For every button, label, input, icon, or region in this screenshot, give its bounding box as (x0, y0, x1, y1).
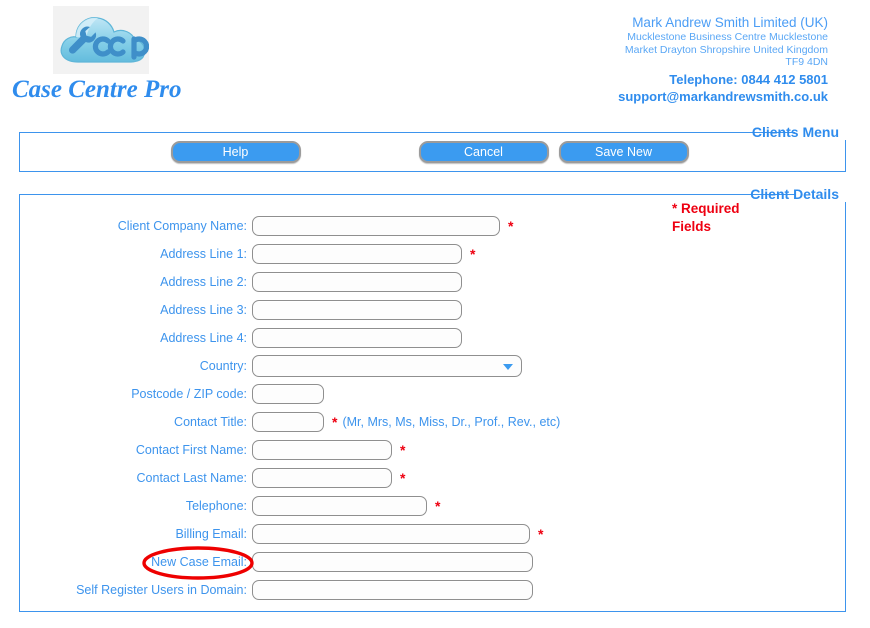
clients-menu-toolbar: Help Cancel Save New (20, 136, 845, 167)
label-address-line-2: Address Line 2: (160, 275, 247, 289)
input-telephone[interactable] (252, 496, 427, 516)
brand-title: Case Centre Pro (12, 76, 182, 103)
label-telephone: Telephone: (185, 499, 247, 513)
contact-title-hint: (Mr, Mrs, Ms, Miss, Dr., Prof., Rev., et… (342, 415, 561, 429)
country-select-wrapper (252, 355, 522, 377)
input-postcode[interactable] (252, 384, 324, 404)
clients-menu-panel: Clients Menu Help Cancel Save New (19, 124, 846, 172)
page-header: Case Centre Pro Mark Andrew Smith Limite… (0, 0, 870, 110)
label-new-case-email: New Case Email: (151, 555, 247, 569)
company-postcode: TF9 4DN (785, 56, 828, 68)
required-marker-client-company-name: * (508, 218, 514, 234)
required-marker-contact-last-name: * (400, 470, 406, 486)
label-client-company-name: Client Company Name: (117, 219, 247, 233)
input-address-line-2[interactable] (252, 272, 462, 292)
label-contact-first-name: Contact First Name: (135, 443, 247, 457)
required-marker-telephone: * (435, 498, 441, 514)
input-client-company-name[interactable] (252, 216, 500, 236)
label-postcode: Postcode / ZIP code: (131, 387, 247, 401)
field-row-telephone: Telephone: * (20, 492, 845, 520)
field-row-address-line-4: Address Line 4: (20, 324, 845, 352)
field-row-contact-last-name: Contact Last Name: * (20, 464, 845, 492)
company-name: Mark Andrew Smith Limited (UK) (632, 15, 828, 30)
ccp-cloud-logo-icon (53, 6, 149, 74)
input-new-case-email[interactable] (252, 552, 533, 572)
label-address-line-3: Address Line 3: (160, 303, 247, 317)
clients-menu-legend: Clients Menu (751, 124, 839, 140)
input-contact-title[interactable] (252, 412, 324, 432)
field-row-new-case-email: New Case Email: (20, 548, 845, 576)
company-address-line-1: Mucklestone Business Centre Mucklestone (627, 31, 828, 43)
label-contact-title: Contact Title: (174, 415, 247, 429)
required-marker-billing-email: * (538, 526, 544, 542)
field-row-contact-first-name: Contact First Name: * (20, 436, 845, 464)
field-row-postcode: Postcode / ZIP code: (20, 380, 845, 408)
required-marker-address-line-1: * (470, 246, 476, 262)
label-self-register-domain: Self Register Users in Domain: (76, 583, 247, 597)
company-phone: Telephone: 0844 412 5801 (669, 71, 828, 87)
field-row-self-register-domain: Self Register Users in Domain: (20, 576, 845, 604)
field-row-country: Country: (20, 352, 845, 380)
required-marker-contact-title: * (332, 414, 338, 430)
select-country[interactable] (252, 355, 522, 377)
field-row-address-line-3: Address Line 3: (20, 296, 845, 324)
input-billing-email[interactable] (252, 524, 530, 544)
client-details-panel: Client Details Client Company Name: * Ad… (19, 186, 846, 612)
input-contact-first-name[interactable] (252, 440, 392, 460)
field-row-contact-title: Contact Title: * (Mr, Mrs, Ms, Miss, Dr.… (20, 408, 845, 436)
input-contact-last-name[interactable] (252, 468, 392, 488)
cancel-button[interactable]: Cancel (418, 140, 549, 163)
field-row-address-line-1: Address Line 1: * (20, 240, 845, 268)
label-contact-last-name: Contact Last Name: (136, 471, 247, 485)
company-address-line-2: Market Drayton Shropshire United Kingdom (624, 43, 828, 56)
help-button[interactable]: Help (170, 140, 301, 163)
save-new-button[interactable]: Save New (558, 140, 689, 163)
input-self-register-domain[interactable] (252, 580, 533, 600)
label-billing-email: Billing Email: (175, 527, 247, 541)
required-fields-note: * Required Fields (672, 201, 740, 234)
brand-block: Case Centre Pro (8, 6, 338, 104)
field-row-billing-email: Billing Email: * (20, 520, 845, 548)
label-country: Country: (199, 359, 247, 373)
input-address-line-1[interactable] (252, 244, 462, 264)
input-address-line-4[interactable] (252, 328, 462, 348)
company-email-link[interactable]: support@markandrewsmith.co.uk (618, 88, 828, 105)
input-address-line-3[interactable] (252, 300, 462, 320)
required-marker-contact-first-name: * (400, 442, 406, 458)
field-row-address-line-2: Address Line 2: (20, 268, 845, 296)
label-address-line-1: Address Line 1: (160, 247, 247, 261)
label-address-line-4: Address Line 4: (160, 331, 247, 345)
company-contact-block: Mark Andrew Smith Limited (UK) Mucklesto… (618, 14, 828, 105)
client-details-form: Client Company Name: * Address Line 1: *… (20, 202, 845, 604)
